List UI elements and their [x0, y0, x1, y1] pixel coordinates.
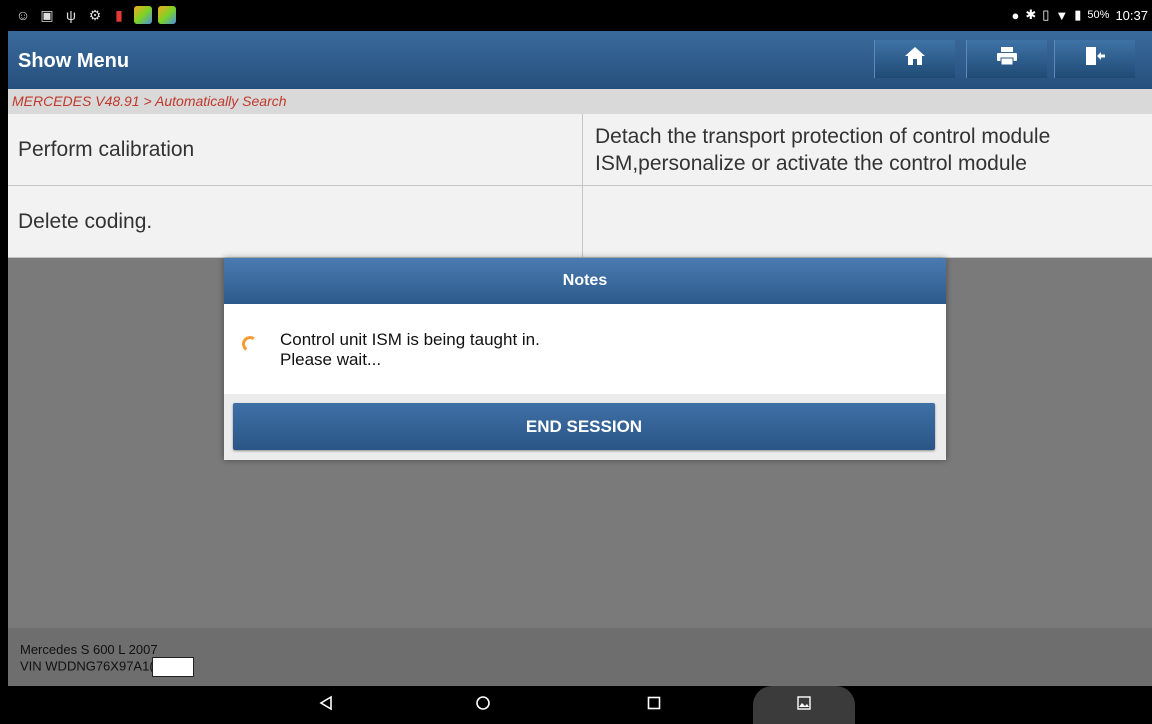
app-launcher-icon [134, 6, 152, 24]
gallery-icon: ▣ [40, 7, 54, 23]
menu-item-label[interactable]: Delete coding. [8, 186, 583, 257]
system-nav-bar [8, 686, 1152, 724]
vin-redaction-box [151, 657, 194, 677]
vin-row: VIN WDDNG76X97A1( [20, 657, 194, 677]
app-screen: ☺ ▣ ψ ⚙ ▮ ● ✱ ▯ ▼ ▮ 50% 10:37 Show Menu [8, 0, 1152, 724]
app-launcher-icon [158, 6, 176, 24]
usb-debug-icon: ψ [66, 7, 76, 23]
bluetooth-icon: ✱ [1025, 7, 1037, 22]
print-button[interactable] [966, 40, 1047, 78]
page-title: Show Menu [18, 50, 130, 72]
notification-icons: ☺ ▣ ψ ⚙ ▮ [14, 6, 176, 24]
status-bar: ☺ ▣ ψ ⚙ ▮ ● ✱ ▯ ▼ ▮ 50% 10:37 [8, 0, 1152, 31]
dialog-title: Notes [224, 258, 946, 304]
dialog-message-line2: Please wait... [280, 350, 382, 369]
dialog-body: Control unit ISM is being taught in. Ple… [224, 304, 946, 394]
function-menu: Perform calibration Detach the transport… [8, 114, 1152, 258]
system-status: ● ✱ ▯ ▼ ▮ 50% 10:37 [1011, 7, 1148, 23]
battery-saver-icon: ▮ [115, 7, 123, 23]
home-icon [904, 46, 926, 72]
dialog-footer: END SESSION [224, 394, 946, 460]
back-icon [318, 694, 334, 717]
location-icon: ● [1011, 7, 1020, 23]
home-nav-button[interactable] [463, 686, 503, 724]
vehicle-model: Mercedes S 600 L 2007 [20, 642, 158, 657]
menu-row[interactable]: Delete coding. [8, 186, 1152, 258]
exit-button[interactable] [1054, 40, 1135, 78]
recents-icon [646, 694, 662, 717]
battery-percent: 50% [1087, 9, 1110, 21]
wechat-icon: ☺ [15, 7, 31, 23]
back-button[interactable] [306, 686, 346, 724]
print-icon [996, 46, 1018, 72]
screenshot-icon [797, 695, 811, 715]
screenshot-button[interactable] [753, 686, 855, 724]
recents-button[interactable] [634, 686, 674, 724]
battery-icon: ▮ [1074, 7, 1082, 22]
menu-item-label[interactable]: Perform calibration [8, 114, 583, 185]
notes-dialog: Notes Control unit ISM is being taught i… [224, 258, 946, 460]
vin-text: VIN WDDNG76X97A1( [20, 658, 154, 674]
title-bar: Show Menu [8, 31, 1152, 89]
menu-row[interactable]: Perform calibration Detach the transport… [8, 114, 1152, 186]
loading-spinner-icon [240, 334, 260, 354]
home-circle-icon [475, 694, 491, 717]
home-button[interactable] [874, 40, 955, 78]
exit-icon [1084, 46, 1106, 72]
dialog-message-line1: Control unit ISM is being taught in. [280, 330, 540, 349]
vibrate-icon: ▯ [1042, 7, 1050, 22]
end-session-button[interactable]: END SESSION [233, 403, 935, 450]
settings-gear-icon: ⚙ [88, 7, 102, 23]
breadcrumb: MERCEDES V48.91 > Automatically Search [8, 89, 1152, 114]
menu-item-description: Detach the transport protection of contr… [595, 124, 1051, 175]
vehicle-info-footer: Mercedes S 600 L 2007 VIN WDDNG76X97A1( [8, 628, 1152, 686]
wifi-icon: ▼ [1055, 7, 1069, 23]
clock: 10:37 [1115, 7, 1148, 23]
menu-item-description [583, 186, 1152, 257]
